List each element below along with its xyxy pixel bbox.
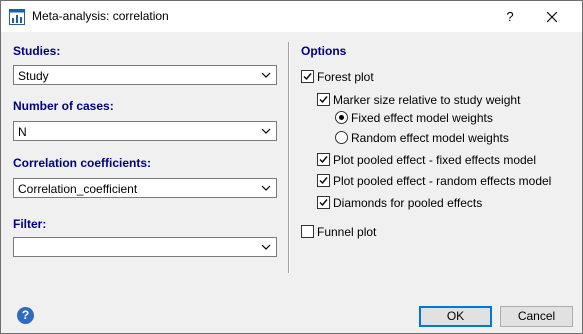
title-bar: Meta-analysis: correlation ? [1,1,582,32]
fixed-weights-label[interactable]: Fixed effect model weights [351,111,493,125]
marker-size-label[interactable]: Marker size relative to study weight [333,93,520,107]
pooled-random-label[interactable]: Plot pooled effect - random effects mode… [333,174,551,188]
studies-value: Study [18,69,49,83]
pooled-fixed-checkbox[interactable] [317,153,330,166]
funnel-plot-checkbox[interactable] [301,225,314,238]
random-weights-label[interactable]: Random effect model weights [351,131,509,145]
pooled-random-checkbox[interactable] [317,174,330,187]
correlation-value: Correlation_coefficient [18,182,138,196]
correlation-select[interactable]: Correlation_coefficient [13,178,277,198]
cases-select[interactable]: N [13,121,277,141]
chevron-down-icon [261,128,271,134]
title-help-button[interactable]: ? [499,6,521,28]
chart-table-icon [9,9,25,25]
studies-select[interactable]: Study [13,65,277,85]
diamonds-checkbox[interactable] [317,196,330,209]
checkmark-icon [319,156,328,164]
column-divider [288,42,290,273]
dialog-window: Meta-analysis: correlation ? Studies: St… [0,0,583,334]
help-icon[interactable]: ? [17,307,34,324]
pooled-fixed-label[interactable]: Plot pooled effect - fixed effects model [333,153,536,167]
checkmark-icon [319,177,328,185]
funnel-plot-label[interactable]: Funnel plot [317,225,376,239]
chevron-down-icon [261,72,271,78]
checkmark-icon [303,73,312,81]
random-weights-radio[interactable] [335,131,348,144]
checkmark-icon [319,96,328,104]
radio-selected-dot [339,115,344,120]
ok-button[interactable]: OK [419,306,492,327]
window-title: Meta-analysis: correlation [32,9,169,23]
fixed-weights-radio[interactable] [335,111,348,124]
chevron-down-icon [261,244,271,250]
forest-plot-checkbox[interactable] [301,70,314,83]
cancel-button[interactable]: Cancel [500,306,573,327]
studies-label: Studies: [13,44,61,58]
close-button[interactable] [541,6,563,28]
checkmark-icon [319,199,328,207]
options-title: Options [301,44,347,58]
close-icon [546,11,558,23]
cases-value: N [18,125,27,139]
diamonds-label[interactable]: Diamonds for pooled effects [333,196,482,210]
cases-label: Number of cases: [13,99,114,113]
filter-select[interactable] [13,237,277,257]
forest-plot-label[interactable]: Forest plot [317,70,374,84]
filter-label: Filter: [13,217,47,231]
marker-size-checkbox[interactable] [317,93,330,106]
chevron-down-icon [261,185,271,191]
correlation-label: Correlation coefficients: [13,156,152,170]
